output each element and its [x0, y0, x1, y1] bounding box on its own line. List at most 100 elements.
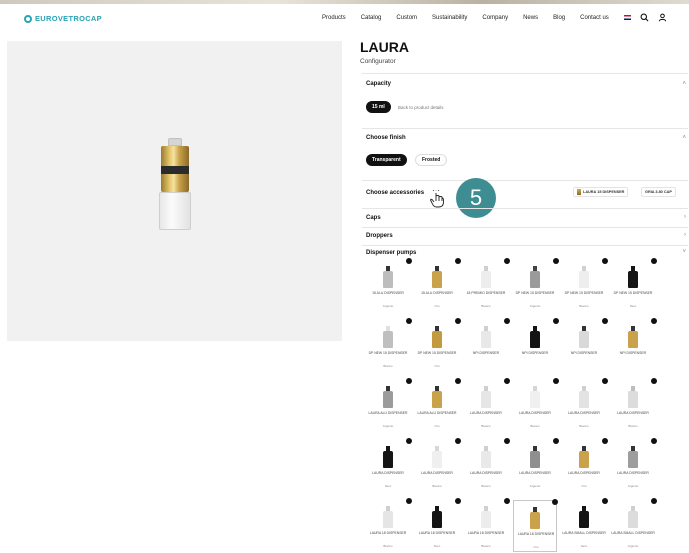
pump-card[interactable]: LAURA DISPENSER Bianco	[464, 378, 510, 432]
pump-card[interactable]: LAURA ALU DISPENSER Oro	[415, 378, 461, 432]
language-flag-icon[interactable]	[624, 15, 631, 20]
pump-card[interactable]: LAURA 18 DISPENSER Oro	[513, 499, 558, 552]
info-dot-icon[interactable]	[504, 438, 510, 444]
info-dot-icon[interactable]	[553, 258, 559, 264]
chevron-up-icon[interactable]: ˄	[682, 135, 686, 141]
pump-card[interactable]: LAURA DISPENSER Bianco	[562, 378, 608, 432]
pump-finish: Bianco	[579, 424, 589, 428]
info-dot-icon[interactable]	[455, 378, 461, 384]
pump-finish: Bianco	[481, 484, 491, 488]
info-dot-icon[interactable]	[504, 258, 510, 264]
info-dot-icon[interactable]	[406, 378, 412, 384]
pump-card[interactable]: NPI DISPENSER	[464, 318, 510, 372]
info-dot-icon[interactable]	[455, 498, 461, 504]
info-dot-icon[interactable]	[651, 258, 657, 264]
pump-card[interactable]: DP NEW 15 DISPENSER Argento	[513, 258, 559, 312]
nav-news[interactable]: News	[523, 15, 538, 21]
finish-option-transparent[interactable]: Transparent	[366, 154, 407, 166]
capacity-label: Capacity	[366, 81, 392, 87]
info-dot-icon[interactable]	[553, 378, 559, 384]
nav-blog[interactable]: Blog	[553, 15, 565, 21]
nav-contact-us[interactable]: Contact us	[580, 15, 609, 21]
pump-name: LAURA DISPENSER	[519, 471, 551, 475]
nav-company[interactable]: Company	[482, 15, 508, 21]
pump-card[interactable]: LAURA 18 DISPENSER Bianco	[464, 498, 510, 552]
pump-name: DP NEW 15 DISPENSER	[417, 351, 457, 355]
info-dot-icon[interactable]	[406, 258, 412, 264]
pump-thumbnail	[432, 266, 442, 288]
pump-card[interactable]: LAURA DISPENSER Bianco	[415, 438, 461, 492]
pumps-label: Dispenser pumps	[366, 250, 417, 256]
pump-card[interactable]: DP NEW 15 DISPENSER Nero	[611, 258, 657, 312]
info-dot-icon[interactable]	[602, 258, 608, 264]
info-dot-icon[interactable]	[455, 438, 461, 444]
info-dot-icon[interactable]	[455, 258, 461, 264]
capacity-option-15ml[interactable]: 15 ml	[366, 101, 391, 113]
chevron-right-icon[interactable]: ›	[684, 232, 686, 238]
pump-card[interactable]: 15 ALU DISPENSER Argento	[366, 258, 412, 312]
pump-card[interactable]: LAURA DISPENSER Oro	[562, 438, 608, 492]
pump-card[interactable]: LAURA SMALL DISPENSER Argento	[611, 498, 657, 552]
pump-card[interactable]: DP NEW 15 DISPENSER Bianco	[562, 258, 608, 312]
pump-card[interactable]: NPI DISPENSER	[513, 318, 559, 372]
pump-card[interactable]: LAURA DISPENSER Argento	[611, 438, 657, 492]
info-dot-icon[interactable]	[504, 498, 510, 504]
info-dot-icon[interactable]	[651, 378, 657, 384]
pump-card[interactable]: 15 ALU DISPENSER Oro	[415, 258, 461, 312]
info-dot-icon[interactable]	[406, 438, 412, 444]
pumps-section[interactable]: Dispenser pumps ˅	[362, 245, 688, 259]
info-dot-icon[interactable]	[455, 318, 461, 324]
search-icon[interactable]	[640, 13, 649, 22]
pump-thumbnail	[481, 326, 491, 348]
pump-card[interactable]: DP NEW 15 DISPENSER Oro	[415, 318, 461, 372]
nav-sustainability[interactable]: Sustainability	[432, 15, 467, 21]
nav-custom[interactable]: Custom	[396, 15, 417, 21]
pump-card[interactable]: LAURA DISPENSER Bianco	[611, 378, 657, 432]
pump-card[interactable]: NPI DISPENSER	[611, 318, 657, 372]
info-dot-icon[interactable]	[602, 378, 608, 384]
caps-section[interactable]: Caps ›	[362, 208, 688, 227]
info-dot-icon[interactable]	[406, 498, 412, 504]
pump-finish: Argento	[627, 544, 639, 548]
info-dot-icon[interactable]	[651, 438, 657, 444]
accessory-dropdown-cap[interactable]: GRIA 3.80 CAP	[641, 187, 676, 197]
pump-card[interactable]: LAURA 18 DISPENSER Nero	[415, 498, 461, 552]
pump-thumbnail	[432, 326, 442, 348]
pump-card[interactable]: LAURA ALU DISPENSER Argento	[366, 378, 412, 432]
info-dot-icon[interactable]	[504, 318, 510, 324]
pump-thumbnail	[579, 446, 589, 468]
pump-card[interactable]: LAURA DISPENSER Bianco	[464, 438, 510, 492]
info-dot-icon[interactable]	[406, 318, 412, 324]
info-dot-icon[interactable]	[602, 438, 608, 444]
accessory-dropdown-dispenser[interactable]: LAURA 15 DISPENSER	[573, 187, 629, 197]
nav-catalog[interactable]: Catalog	[361, 15, 382, 21]
pump-card[interactable]: DP NEW 15 DISPENSER Bianco	[366, 318, 412, 372]
finish-option-frosted[interactable]: Frosted	[415, 154, 448, 166]
user-icon[interactable]	[658, 13, 667, 22]
pump-card[interactable]: 18 PREMIO DISPENSER Bianco	[464, 258, 510, 312]
pump-card[interactable]: LAURA DISPENSER Argento	[513, 438, 559, 492]
info-dot-icon[interactable]	[651, 318, 657, 324]
info-dot-icon[interactable]	[651, 498, 657, 504]
info-dot-icon[interactable]	[602, 498, 608, 504]
info-dot-icon[interactable]	[602, 318, 608, 324]
back-to-product-link[interactable]: Back to product details	[398, 105, 444, 110]
chevron-right-icon[interactable]: ›	[684, 214, 686, 220]
info-dot-icon[interactable]	[552, 499, 558, 505]
droppers-section[interactable]: Droppers ›	[362, 227, 688, 245]
pump-name: DP NEW 15 DISPENSER	[368, 351, 408, 355]
chevron-down-icon[interactable]: ˅	[682, 249, 686, 255]
pump-card[interactable]: LAURA DISPENSER Bianco	[513, 378, 559, 432]
info-dot-icon[interactable]	[553, 438, 559, 444]
pump-thumbnail	[530, 507, 540, 529]
info-dot-icon[interactable]	[553, 318, 559, 324]
info-dot-icon[interactable]	[504, 378, 510, 384]
logo[interactable]: EUROVETROCAP	[24, 14, 102, 23]
pump-card[interactable]: LAURA 18 DISPENSER Bianco	[366, 498, 412, 552]
pump-card[interactable]: LAURA SMALL DISPENSER Nero	[562, 498, 608, 552]
nav-products[interactable]: Products	[322, 15, 346, 21]
pump-card[interactable]: NPI DISPENSER	[562, 318, 608, 372]
chevron-up-icon[interactable]: ˄	[682, 81, 686, 87]
accessories-label: Choose accessories	[366, 190, 425, 196]
pump-card[interactable]: LAURA DISPENSER Nero	[366, 438, 412, 492]
